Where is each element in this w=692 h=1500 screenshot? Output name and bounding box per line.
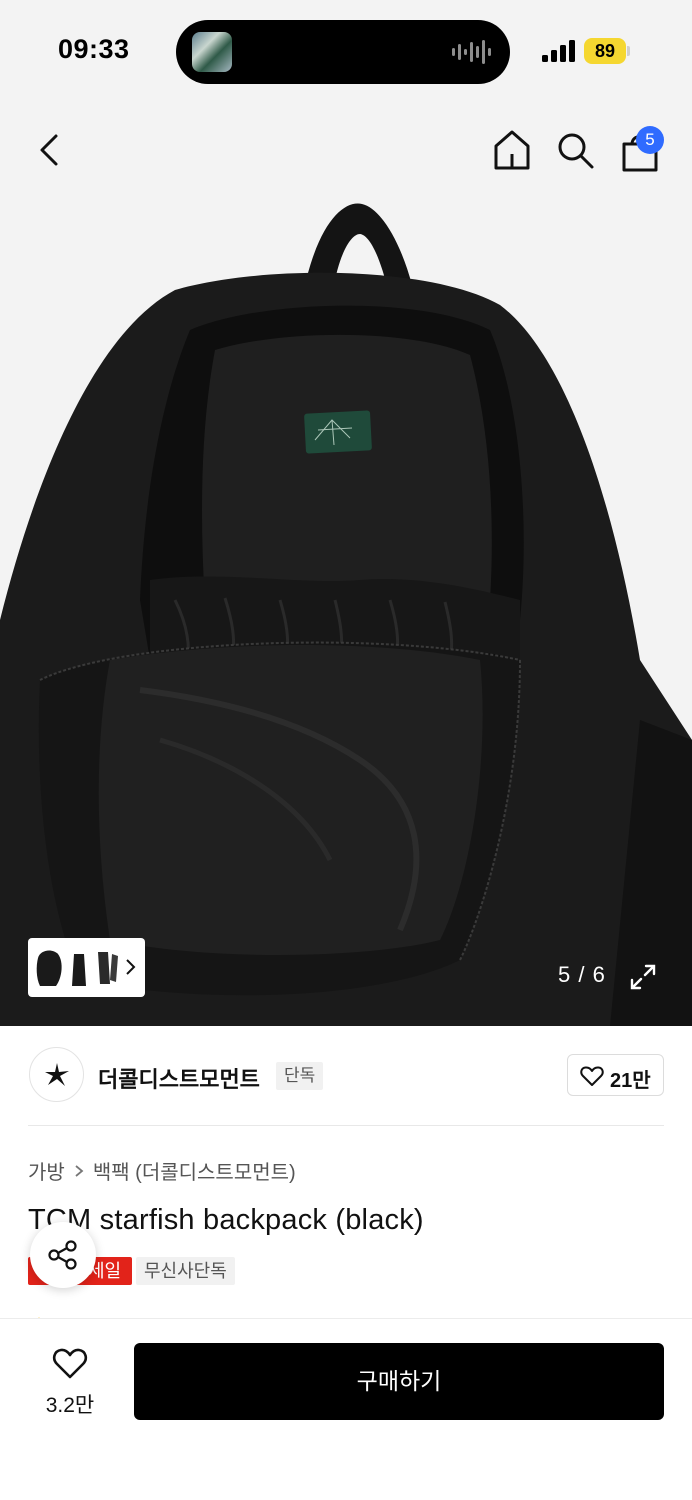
heart-icon [52,1348,88,1379]
dynamic-island[interactable] [176,20,510,84]
back-icon[interactable] [34,130,66,170]
battery-level: 89 [584,38,626,64]
share-button[interactable] [30,1222,96,1288]
exclusive-tag: 단독 [276,1062,324,1090]
brand-logo[interactable] [29,1047,84,1102]
breadcrumb-category[interactable]: 가방 [28,1156,65,1185]
brand-row[interactable]: 더콜디스트모먼트 단독 21만 [0,1026,692,1126]
brand-like-button[interactable]: 21만 [567,1054,664,1096]
now-playing-thumbnail [192,32,232,72]
wishlist-button[interactable]: 3.2만 [34,1345,106,1425]
buy-button[interactable]: 구매하기 [134,1343,664,1420]
expand-icon[interactable] [628,962,658,992]
thumbnail-images [36,950,118,986]
breadcrumb: 가방 백팩 (더콜디스트모먼트) [28,1156,296,1185]
musinsa-exclusive-badge: 무신사단독 [136,1257,235,1285]
brand-name[interactable]: 더콜디스트모먼트 [98,1062,260,1094]
purchase-bar: 3.2만 구매하기 [0,1318,692,1500]
chevron-right-icon [75,1164,84,1177]
home-icon[interactable] [492,128,532,172]
thumbnail-strip[interactable] [28,938,145,997]
backpack-image [0,203,692,1026]
search-icon[interactable] [555,130,595,170]
wishlist-count: 3.2만 [45,1394,95,1417]
brand-like-count: 21만 [610,1070,651,1092]
share-icon [48,1240,77,1270]
cart-count-badge: 5 [636,126,664,154]
starfish-logo-icon [45,1063,69,1086]
product-image-gallery[interactable]: 5 5 / 6 [0,100,692,1026]
battery-cap [627,46,630,56]
breadcrumb-subcategory[interactable]: 백팩 (더콜디스트모먼트) [93,1156,296,1185]
cellular-signal-icon [542,40,575,62]
heart-icon [580,1066,604,1086]
status-bar: 09:33 89 [0,0,692,100]
chevron-right-icon [126,959,136,975]
clock: 09:33 [58,34,130,64]
divider [28,1125,664,1126]
audio-wave-icon [452,40,491,64]
image-counter: 5 / 6 [558,962,606,987]
